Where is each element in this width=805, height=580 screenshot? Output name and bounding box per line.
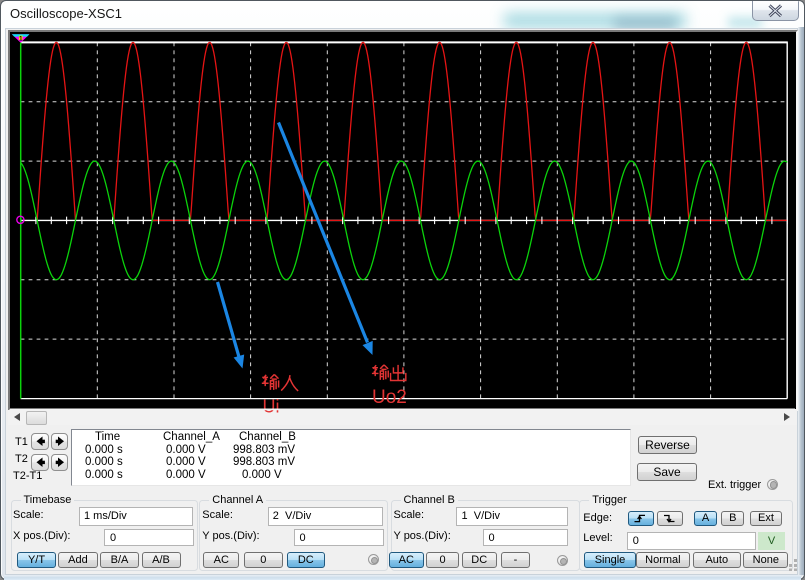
- svg-text:1: 1: [19, 36, 23, 43]
- svg-text:Ui: Ui: [263, 397, 280, 417]
- svg-text:Uo2: Uo2: [372, 387, 407, 408]
